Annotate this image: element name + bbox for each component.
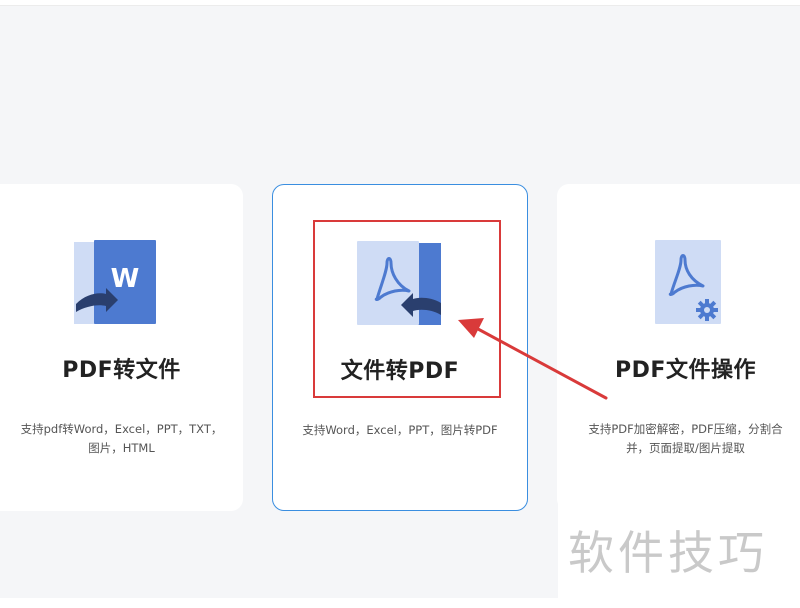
card-description-line: 图片，HTML <box>88 441 155 455</box>
card-pdf-operations[interactable]: PDF文件操作 支持PDF加密解密，PDF压缩，分割合 并，页面提取/图片提取 <box>557 184 800 511</box>
card-title: PDF文件操作 <box>615 358 756 383</box>
card-description: 支持Word，Excel，PPT，图片转PDF <box>287 421 513 440</box>
card-description-line: 支持PDF加密解密，PDF压缩，分割合 <box>588 422 783 436</box>
card-file-to-pdf[interactable]: 文件转PDF 支持Word，Excel，PPT，图片转PDF <box>272 184 528 511</box>
watermark: 软件技巧 <box>558 503 800 598</box>
pdf-settings-icon <box>643 240 729 326</box>
svg-text:W: W <box>110 264 139 294</box>
card-description-line: 支持Word，Excel，PPT，图片转PDF <box>302 423 498 437</box>
card-pdf-to-file[interactable]: W PDF转文件 支持pdf转Word，Excel，PPT，TXT， 图片，HT… <box>0 184 243 511</box>
card-title: PDF转文件 <box>62 358 181 383</box>
card-description: 支持pdf转Word，Excel，PPT，TXT， 图片，HTML <box>0 420 229 458</box>
bottom-strip <box>0 598 800 608</box>
card-title: 文件转PDF <box>340 359 460 384</box>
pdf-to-word-icon: W <box>72 240 158 326</box>
file-to-pdf-icon <box>357 241 443 327</box>
card-description: 支持PDF加密解密，PDF压缩，分割合 并，页面提取/图片提取 <box>571 420 800 458</box>
card-description-line: 支持pdf转Word，Excel，PPT，TXT， <box>20 422 223 436</box>
card-description-line: 并，页面提取/图片提取 <box>626 441 745 455</box>
top-strip <box>0 0 800 6</box>
